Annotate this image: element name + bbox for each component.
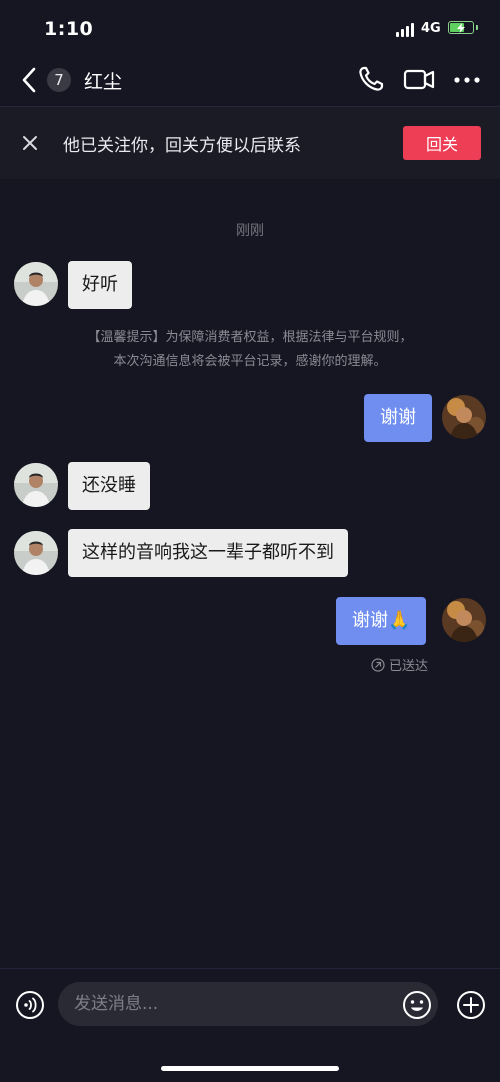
more-actions-button[interactable] [455, 989, 487, 1021]
home-indicator [161, 1066, 339, 1071]
message-bubble-incoming[interactable]: 这样的音响我这一辈子都听不到 [68, 529, 348, 577]
network-type: 4G [421, 21, 441, 36]
delivery-status: 已送达 [371, 655, 428, 674]
message-bubble-outgoing[interactable]: 谢谢🙏 [336, 597, 427, 645]
voice-icon [16, 991, 44, 1019]
emoji-icon [403, 991, 431, 1019]
message-input[interactable] [58, 982, 438, 1026]
battery-icon [448, 21, 474, 34]
input-bar-divider [0, 968, 500, 969]
contact-avatar[interactable] [14, 262, 58, 306]
delivered-icon [371, 657, 385, 672]
video-camera-icon [403, 69, 435, 90]
battery-tip [476, 25, 478, 30]
message-bubble-incoming[interactable]: 好听 [68, 261, 132, 309]
privacy-notice-line2: 本次沟通信息将会被平台记录，感谢你的理解。 [113, 354, 387, 369]
privacy-notice: 【温馨提示】为保障消费者权益，根据法律与平台规则， 本次沟通信息将会被平台记录，… [40, 326, 460, 374]
voice-input-button[interactable] [14, 989, 46, 1021]
more-icon [454, 77, 480, 83]
voice-call-button[interactable] [354, 62, 388, 96]
back-button[interactable] [18, 65, 48, 95]
my-avatar[interactable] [442, 598, 486, 642]
message-bubble-outgoing[interactable]: 谢谢 [364, 394, 432, 442]
signal-strength-icon [396, 23, 414, 37]
delivery-status-text: 已送达 [389, 659, 429, 674]
follow-banner-text: 他已关注你，回关方便以后联系 [63, 136, 301, 156]
my-avatar[interactable] [442, 395, 486, 439]
contact-avatar[interactable] [14, 463, 58, 507]
contact-avatar[interactable] [14, 531, 58, 575]
more-options-button[interactable] [450, 62, 484, 96]
plus-icon [457, 991, 485, 1019]
video-call-button[interactable] [402, 62, 436, 96]
message-bubble-incoming[interactable]: 还没睡 [68, 462, 150, 510]
unread-count-badge: 7 [47, 68, 71, 92]
status-time: 1:10 [44, 18, 94, 40]
emoji-button[interactable] [401, 989, 433, 1021]
privacy-notice-line1: 【温馨提示】为保障消费者权益，根据法律与平台规则， [87, 330, 413, 345]
banner-close-button[interactable] [18, 131, 42, 155]
follow-back-button[interactable]: 回关 [403, 126, 481, 160]
close-icon [23, 136, 37, 150]
contact-name: 红尘 [84, 71, 123, 93]
phone-icon [359, 66, 384, 91]
chevron-left-icon [22, 67, 36, 93]
message-timestamp: 刚刚 [236, 223, 264, 239]
